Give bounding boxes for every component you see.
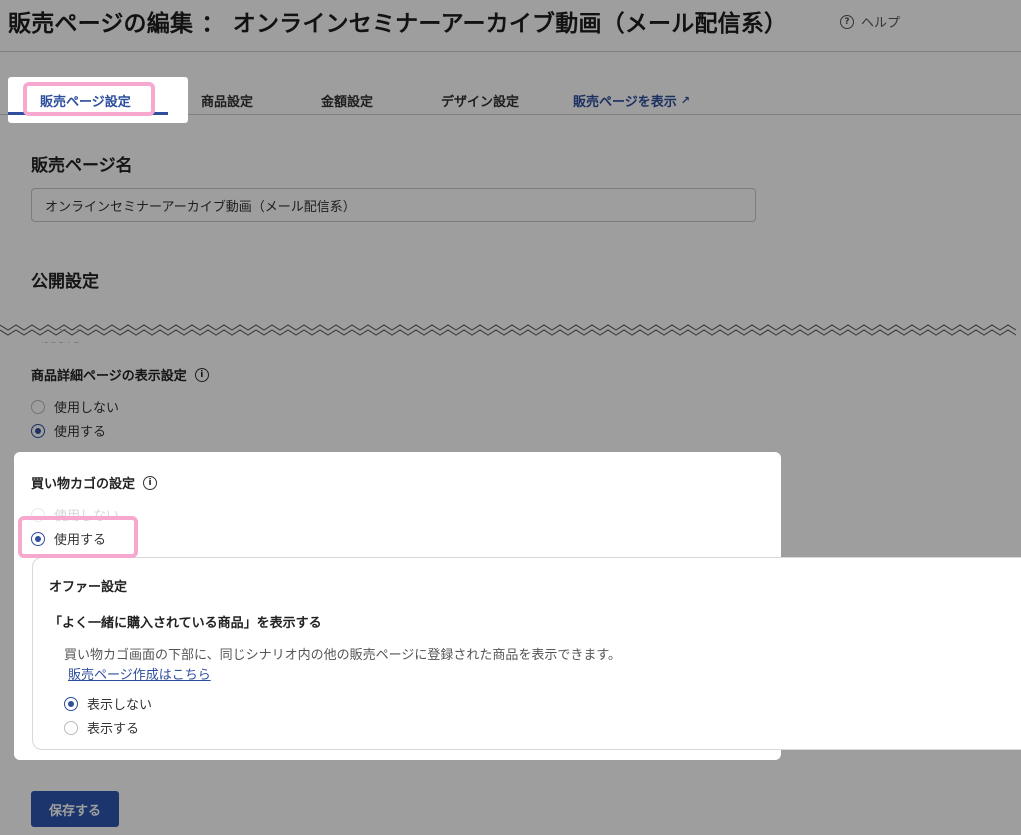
- offer-settings-title: オファー設定: [49, 580, 128, 595]
- cart-settings-label-text: 買い物カゴの設定: [31, 477, 136, 492]
- offer-description: 買い物カゴ画面の下部に、同じシナリオ内の他の販売ページに登録された商品を表示でき…: [64, 648, 622, 663]
- offer-subtitle: 「よく一緒に購入されている商品」を表示する: [49, 616, 322, 631]
- radio-label: 表示しない: [87, 698, 153, 713]
- offer-option-hide[interactable]: 表示しない: [64, 694, 152, 713]
- radio-label: 表示する: [87, 722, 140, 737]
- offer-option-show[interactable]: 表示する: [64, 718, 139, 737]
- create-sales-page-link[interactable]: 販売ページ作成はこちら: [68, 664, 211, 683]
- cart-option-highlight-box: [18, 516, 138, 558]
- cart-settings-label: 買い物カゴの設定 i: [31, 473, 158, 492]
- radio-button[interactable]: [64, 720, 78, 735]
- info-icon[interactable]: i: [143, 475, 158, 490]
- tab-highlight-box: [23, 82, 155, 116]
- radio-button-selected[interactable]: [64, 696, 78, 711]
